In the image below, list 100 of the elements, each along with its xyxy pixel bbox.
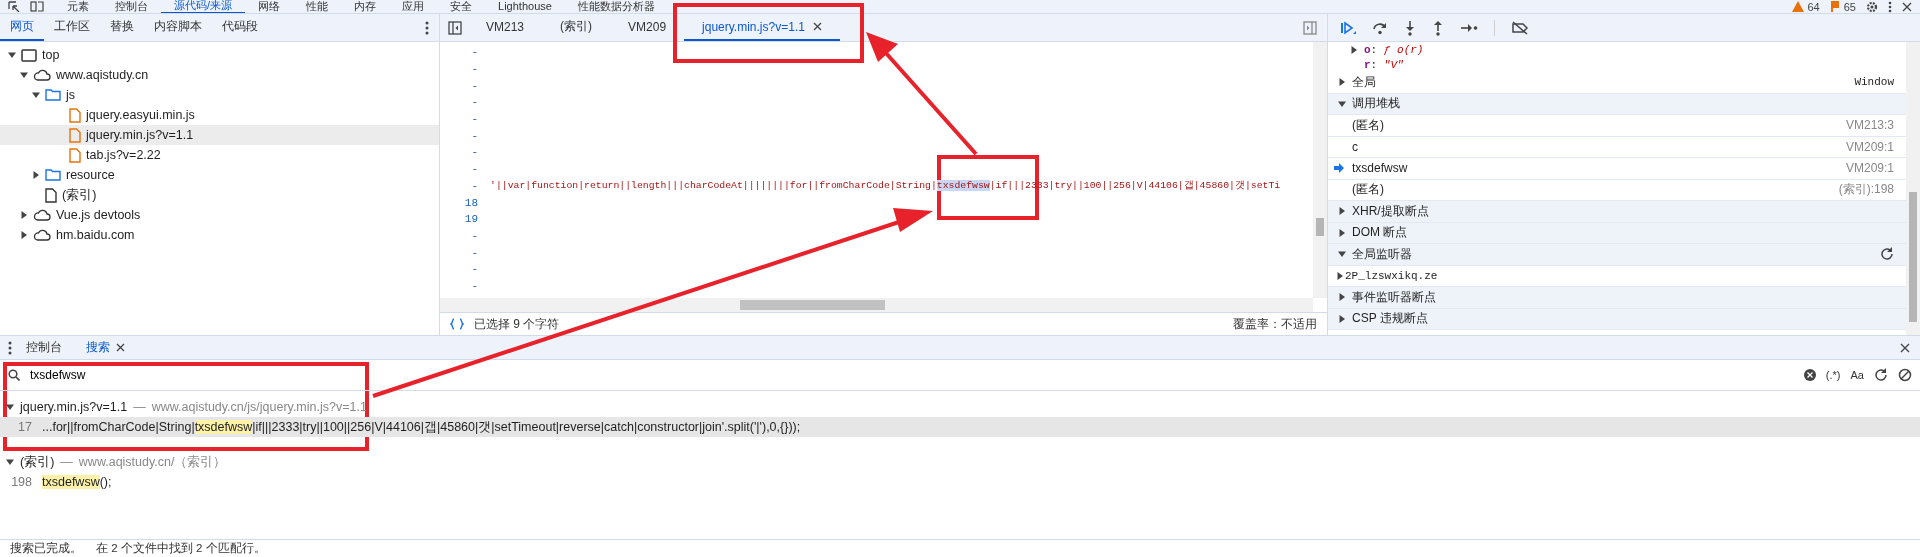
section-header[interactable]: 调用堆栈 — [1352, 95, 1400, 113]
collapsed-arrow-icon[interactable] — [1338, 228, 1346, 237]
collapsed-arrow-icon[interactable] — [1338, 78, 1346, 87]
panel-tab[interactable]: 性能 — [293, 0, 342, 13]
tree-item[interactable]: js — [0, 85, 439, 105]
navigator-tab[interactable]: 代码段 — [212, 14, 268, 41]
collapsed-arrow-icon[interactable] — [20, 211, 28, 219]
expanded-arrow-icon[interactable] — [32, 91, 40, 99]
sidebar-toggle-icon[interactable] — [448, 20, 462, 35]
panel-tab[interactable]: 控制台 — [102, 0, 161, 13]
warning-icon[interactable] — [1791, 1, 1804, 12]
scrollbar[interactable] — [1906, 42, 1920, 335]
expanded-arrow-icon[interactable] — [6, 403, 14, 411]
tree-item[interactable]: Vue.js devtools — [0, 205, 439, 225]
close-icon[interactable] — [1902, 1, 1912, 12]
collapsed-arrow-icon[interactable] — [1338, 314, 1346, 323]
section-header[interactable]: 事件监听器断点 — [1352, 288, 1436, 306]
match-case-toggle[interactable]: Aa — [1850, 369, 1864, 381]
tree-item[interactable]: jquery.min.js?v=1.1 — [0, 125, 439, 145]
expanded-arrow-icon[interactable] — [20, 71, 28, 79]
tree-label: resource — [66, 168, 115, 182]
close-icon[interactable] — [1900, 342, 1910, 353]
more-icon[interactable] — [1888, 0, 1892, 13]
tree-item[interactable]: tab.js?v=2.22 — [0, 145, 439, 165]
warning-count[interactable]: 64 — [1807, 0, 1820, 13]
panel-tab[interactable]: 应用 — [389, 0, 438, 13]
collapsed-arrow-icon[interactable] — [32, 171, 40, 179]
settings-icon[interactable] — [1866, 0, 1878, 13]
tree-item[interactable]: jquery.easyui.min.js — [0, 105, 439, 125]
line-number: - — [470, 129, 479, 142]
deactivate-breakpoints-icon[interactable] — [1511, 20, 1529, 35]
section-header[interactable]: XHR/提取断点 — [1352, 202, 1429, 220]
result-file[interactable]: jquery.min.js?v=1.1 — [20, 400, 128, 414]
navigator-tab[interactable]: 网页 — [0, 14, 44, 41]
navigator-tab[interactable]: 内容脚本 — [144, 14, 212, 41]
file-tab[interactable]: (索引) — [542, 14, 611, 41]
expanded-arrow-icon[interactable] — [1338, 250, 1346, 259]
file-tab[interactable]: jquery.min.js?v=1.1 — [684, 14, 840, 41]
scrollbar[interactable] — [440, 298, 1313, 312]
panel-tab[interactable]: 安全 — [437, 0, 486, 13]
more-icon[interactable] — [425, 20, 429, 35]
navigator-tab[interactable]: 工作区 — [44, 14, 100, 41]
navigator-tab[interactable]: 替换 — [100, 14, 144, 41]
clear-results-icon[interactable] — [1898, 368, 1912, 382]
tree-item[interactable]: hm.baidu.com — [0, 225, 439, 245]
expanded-arrow-icon[interactable] — [8, 51, 16, 59]
step-icon[interactable] — [1460, 21, 1478, 34]
section-header[interactable]: DOM 断点 — [1352, 224, 1408, 242]
file-tab[interactable]: VM213 — [468, 14, 543, 41]
refresh-icon[interactable] — [1880, 247, 1894, 262]
expanded-arrow-icon[interactable] — [1338, 99, 1346, 108]
regex-toggle[interactable]: (.*) — [1825, 369, 1841, 381]
tree-item[interactable]: top — [0, 45, 439, 65]
collapsed-arrow-icon[interactable] — [1338, 293, 1346, 302]
tree-item[interactable]: www.aqistudy.cn — [0, 65, 439, 85]
search-match[interactable]: 17 ...for||fromCharCode|String|txsdefwsw|if|||2333|try||100||256|V|44106|갭|45860|갯|setTimeout|reverse|catch|constructor|join'.split('|'),0,{})); — [0, 417, 1920, 437]
panel-tab[interactable]: 内存 — [341, 0, 390, 13]
collapsed-arrow-icon[interactable] — [1350, 45, 1358, 54]
search-match[interactable]: 198 txsdefwsw(); — [0, 472, 1920, 492]
step-over-icon[interactable] — [1372, 20, 1388, 35]
collapsed-arrow-icon[interactable] — [1338, 207, 1346, 216]
tree-item[interactable]: (索引) — [0, 185, 439, 205]
expanded-arrow-icon[interactable] — [6, 458, 14, 466]
section-header[interactable]: CSP 违规断点 — [1352, 310, 1428, 328]
close-icon[interactable] — [812, 22, 822, 31]
tree-item[interactable]: resource — [0, 165, 439, 185]
step-into-icon[interactable] — [1404, 19, 1416, 36]
call-frame[interactable]: txsdefwsw VM209:1 — [1328, 158, 1906, 180]
inspect-icon[interactable] — [8, 1, 20, 12]
listener-item[interactable]: 2P_lzswxikq.ze — [1345, 269, 1438, 282]
tree-label: js — [66, 88, 76, 102]
sidebar-toggle-icon[interactable] — [1303, 20, 1317, 35]
drawer-tab[interactable]: 搜索 — [76, 336, 135, 359]
section-header[interactable]: 全局监听器 — [1352, 245, 1412, 263]
result-file[interactable]: (索引) — [20, 453, 55, 471]
panel-tab[interactable]: 网络 — [245, 0, 294, 13]
search-field[interactable]: txsdefwsw — [28, 367, 332, 383]
section-label[interactable]: 全局 — [1352, 73, 1376, 91]
refresh-icon[interactable] — [1874, 368, 1888, 382]
call-frame[interactable]: c VM209:1 — [1328, 136, 1906, 158]
flag-icon[interactable] — [1829, 1, 1840, 12]
line-number: - — [470, 146, 479, 159]
resume-icon[interactable] — [1340, 20, 1356, 35]
more-icon[interactable] — [8, 340, 12, 355]
scrollbar[interactable] — [1313, 42, 1327, 298]
clear-icon[interactable] — [1803, 369, 1816, 381]
collapsed-arrow-icon[interactable] — [20, 231, 28, 239]
collapsed-arrow-icon[interactable] — [1336, 271, 1344, 280]
close-icon[interactable] — [116, 343, 125, 352]
panel-tab[interactable]: 元素 — [54, 0, 102, 13]
drawer-tab[interactable]: 控制台 — [16, 336, 72, 359]
file-icon — [69, 127, 81, 143]
step-out-icon[interactable] — [1432, 19, 1444, 36]
device-icon[interactable] — [30, 1, 44, 12]
call-frame[interactable]: (匿名) VM213:3 — [1328, 115, 1906, 137]
pretty-print-icon[interactable] — [450, 318, 464, 330]
issue-count[interactable]: 65 — [1843, 0, 1856, 13]
panel-tab[interactable]: 性能数据分析器 — [564, 0, 668, 13]
file-tab[interactable]: VM209 — [610, 14, 685, 41]
panel-tab[interactable]: Lighthouse — [485, 0, 565, 13]
